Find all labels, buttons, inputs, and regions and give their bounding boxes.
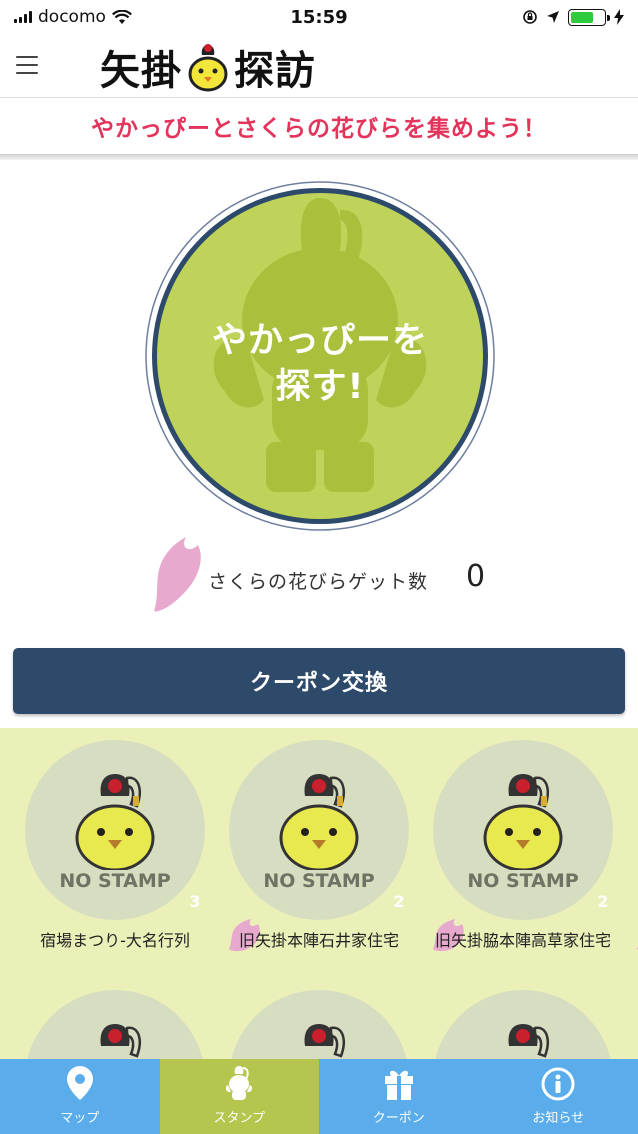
stamp-circle: NO STAMP 2 (229, 740, 464, 952)
stamp-card[interactable] (25, 990, 205, 1068)
signal-icon (14, 11, 32, 23)
bottom-tab-bar: マップ スタンプ クーポン お知らせ (0, 1059, 638, 1134)
stamp-card[interactable]: NO STAMP 2 旧矢掛本陣石井家住宅 (229, 740, 464, 954)
chick-stamp-icon (279, 774, 359, 870)
petal-badge: 2 (585, 888, 638, 950)
rotation-lock-icon (523, 10, 537, 24)
stamp-name: 宿場まつり-大名行列 (40, 931, 190, 950)
app-logo: 矢掛 探訪 (100, 40, 316, 94)
chick-stamp-icon (75, 774, 155, 870)
search-label-line2: 探す! (275, 367, 365, 407)
stamp-circle: NO STAMP 3 (25, 740, 260, 952)
sakura-petal-icon (154, 537, 201, 612)
tab-label: マップ (60, 1111, 100, 1126)
petal-count-label: さくらの花びらゲット数 (208, 571, 429, 593)
tab-map[interactable]: マップ (0, 1059, 160, 1134)
search-label-line1: やかっぴーを (211, 321, 428, 361)
stamp-name: 旧矢掛脇本陣高草家住宅 (435, 931, 612, 950)
divider (0, 154, 638, 160)
tab-news[interactable]: お知らせ (478, 1059, 638, 1134)
petal-badge-count: 3 (189, 892, 201, 911)
logo-text-left: 矢掛 (100, 48, 182, 94)
page-subtitle: やかっぴーとさくらの花びらを集めよう！ (0, 98, 638, 154)
stamp-card[interactable] (433, 990, 613, 1068)
stamp-circle (229, 990, 409, 1068)
app-screen: docomo 15:59 矢掛 探訪 やかっぴーとさくらの花びらを集めよう！ や… (0, 0, 638, 1134)
coupon-exchange-button[interactable]: クーポン交換 (13, 648, 625, 714)
stamp-card[interactable] (229, 990, 409, 1068)
tab-label: お知らせ (532, 1111, 585, 1126)
chick-stamp-icon (483, 774, 563, 870)
chick-icon (226, 1066, 253, 1100)
charging-bolt-icon (614, 9, 624, 25)
petal-count-value: 0 (466, 559, 486, 594)
app-header: 矢掛 探訪 (0, 34, 638, 98)
stamp-circle (433, 990, 613, 1068)
stamp-grid: NO STAMP 3 宿場まつり-大名行列 NO STAMP 2 旧矢掛本陣石井… (0, 728, 638, 1068)
stamp-card[interactable]: NO STAMP 2 旧矢掛脇本陣高草家住宅 (433, 740, 638, 954)
tab-label: クーポン (372, 1111, 425, 1126)
logo-text-right: 探訪 (234, 48, 316, 94)
gift-icon (384, 1070, 413, 1100)
carrier-label: docomo (38, 7, 106, 27)
map-pin-icon (66, 1066, 93, 1100)
info-icon (541, 1067, 575, 1101)
stamp-circle: NO STAMP 2 (433, 740, 638, 950)
stamp-name: 旧矢掛本陣石井家住宅 (238, 931, 399, 950)
chick-mascot-icon (188, 44, 228, 92)
petal-badge: 3 (177, 888, 260, 952)
status-left: docomo (14, 7, 132, 27)
search-mascot-button[interactable]: やかっぴーを 探す! (144, 180, 496, 532)
petal-badge-count: 2 (393, 892, 405, 911)
petal-counter: さくらの花びらゲット数 0 (150, 535, 490, 615)
status-bar: docomo 15:59 (0, 0, 638, 34)
search-mascot-label: やかっぴーを 探す! (144, 318, 496, 410)
tab-label: スタンプ (213, 1111, 266, 1126)
battery-icon (568, 8, 610, 26)
tab-coupon[interactable]: クーポン (319, 1059, 479, 1134)
stamp-circle (25, 990, 205, 1068)
wifi-icon (111, 9, 132, 24)
petal-badge-count: 2 (597, 892, 609, 911)
location-arrow-icon (547, 11, 559, 23)
petal-badge: 2 (381, 888, 464, 952)
status-right (522, 8, 624, 26)
tab-stamp[interactable]: スタンプ (159, 1059, 319, 1134)
stamp-card[interactable]: NO STAMP 3 宿場まつり-大名行列 (25, 740, 260, 954)
menu-icon[interactable] (16, 56, 38, 74)
